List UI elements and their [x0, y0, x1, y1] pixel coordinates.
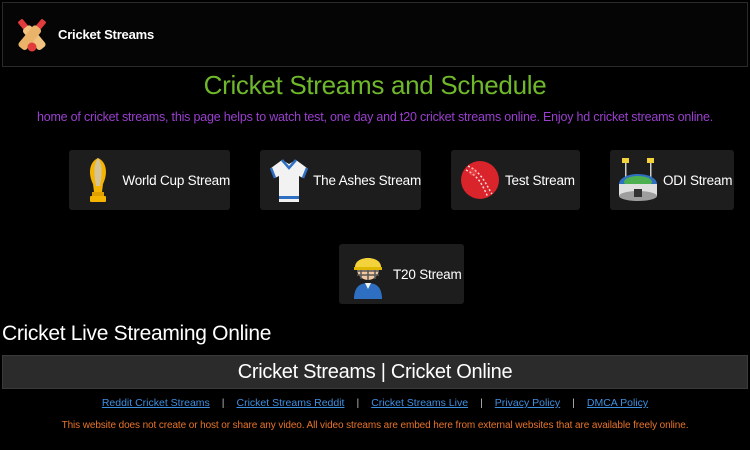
cricket-ball-icon: [461, 161, 499, 199]
card-label: Test Stream: [505, 172, 575, 188]
card-label: World Cup Stream: [122, 172, 230, 188]
card-label: ODI Stream: [663, 172, 733, 188]
trophy-icon: [89, 158, 106, 202]
footer-links: Reddit Cricket Streams | Cricket Streams R…: [0, 397, 750, 409]
logo-text[interactable]: Cricket Streams: [58, 27, 154, 42]
cricket-bats-logo-icon[interactable]: [10, 13, 54, 57]
footer-link-dmca-policy[interactable]: DMCA Policy: [587, 397, 648, 409]
disclaimer: This website does not create or host or …: [61, 420, 689, 431]
player-helmet-icon: [354, 258, 382, 299]
footer-separator: |: [480, 397, 483, 409]
world-cup-stream-card[interactable]: World Cup Stream: [69, 150, 230, 210]
jersey-icon: [269, 159, 308, 202]
page-description: home of cricket streams, this page helps…: [36, 110, 714, 124]
card-label: The Ashes Stream: [313, 172, 421, 188]
odi-stream-card[interactable]: ODI Stream: [610, 150, 734, 210]
card-label: T20 Stream: [393, 266, 462, 282]
test-stream-card[interactable]: Test Stream: [451, 150, 580, 210]
footer-link-privacy-policy[interactable]: Privacy Policy: [495, 397, 560, 409]
section-title: Cricket Live Streaming Online: [2, 322, 272, 345]
t20-stream-card[interactable]: T20 Stream: [339, 244, 464, 304]
banner-text: Cricket Streams | Cricket Online: [237, 360, 513, 383]
footer-link-reddit-cricket-streams[interactable]: Reddit Cricket Streams: [102, 397, 210, 409]
footer-separator: |: [572, 397, 575, 409]
page-title: Cricket Streams and Schedule: [203, 70, 547, 100]
footer-link-cricket-streams-live[interactable]: Cricket Streams Live: [371, 397, 468, 409]
footer-separator: |: [221, 397, 225, 409]
site-header: Cricket Streams: [2, 2, 748, 67]
ashes-stream-card[interactable]: The Ashes Stream: [260, 150, 421, 210]
footer-link-cricket-streams-reddit[interactable]: Cricket Streams Reddit: [237, 397, 345, 409]
stadium-icon: [619, 158, 657, 201]
banner: Cricket Streams | Cricket Online: [2, 355, 748, 389]
footer-separator: |: [356, 397, 360, 409]
